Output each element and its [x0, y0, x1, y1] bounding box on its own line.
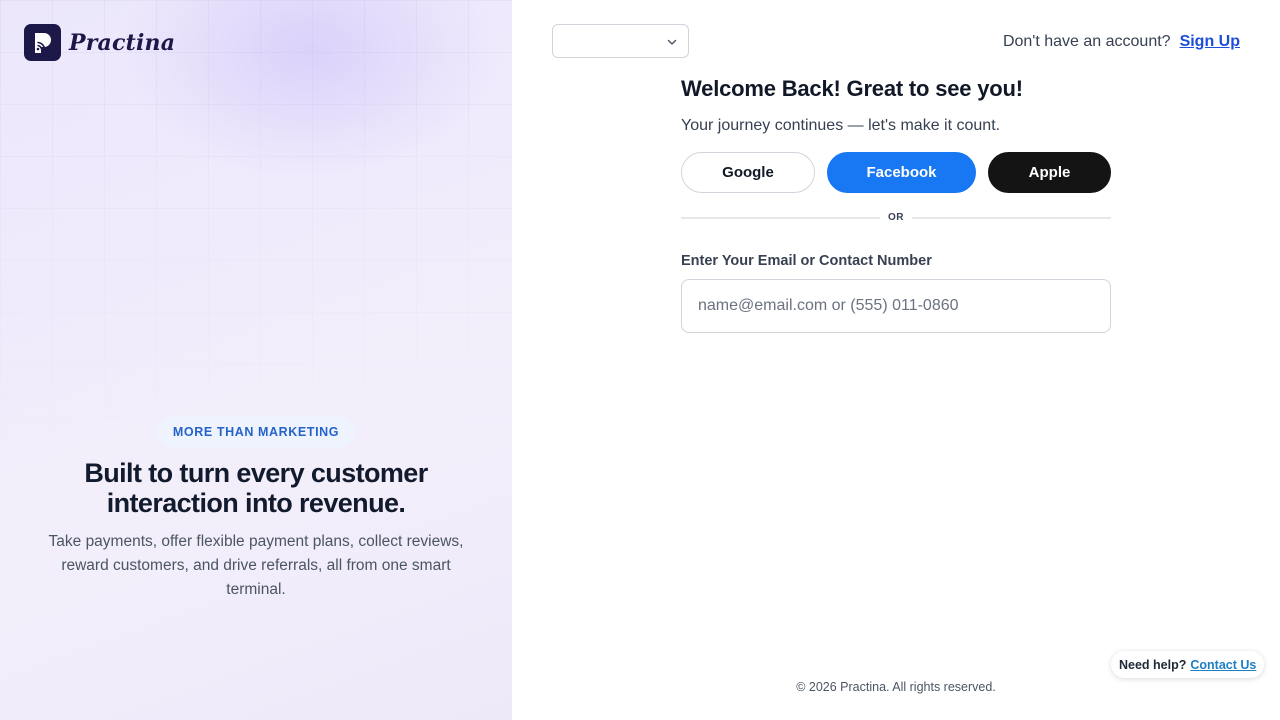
- practina-logo-icon: [24, 24, 61, 61]
- marketing-panel: Practina MORE THAN MARKETING Built to tu…: [0, 0, 512, 720]
- hero-title: Built to turn every customer interaction…: [84, 458, 428, 518]
- brand-name: Practina: [69, 29, 176, 56]
- hero-badge: MORE THAN MARKETING: [156, 416, 356, 448]
- language-select[interactable]: [552, 24, 689, 58]
- brand-logo[interactable]: Practina: [24, 24, 175, 61]
- chevron-down-icon: [666, 35, 678, 53]
- apple-login-button[interactable]: Apple: [988, 152, 1111, 193]
- help-prompt: Need help?: [1119, 657, 1187, 672]
- social-login-buttons: Google Facebook Apple: [681, 152, 1111, 193]
- divider-line-right: [912, 216, 1111, 219]
- login-form: Welcome Back! Great to see you! Your jou…: [681, 76, 1111, 333]
- login-title: Welcome Back! Great to see you!: [681, 76, 1023, 101]
- divider-line-left: [681, 216, 880, 219]
- identifier-label: Enter Your Email or Contact Number: [681, 253, 932, 269]
- facebook-login-button[interactable]: Facebook: [827, 152, 976, 193]
- hero-description: Take payments, offer flexible payment pl…: [48, 533, 464, 598]
- or-divider-label: OR: [888, 212, 904, 223]
- signup-link[interactable]: Sign Up: [1180, 33, 1240, 51]
- google-login-button[interactable]: Google: [681, 152, 815, 193]
- background-grid: [0, 0, 512, 460]
- hero-section: MORE THAN MARKETING Built to turn every …: [0, 416, 512, 602]
- footer-copyright: © 2026 Practina. All rights reserved.: [796, 680, 996, 694]
- signup-prompt-row: Don't have an account? Sign Up: [1003, 33, 1240, 51]
- identifier-input[interactable]: [681, 279, 1111, 333]
- or-divider: OR: [681, 212, 1111, 223]
- help-widget[interactable]: Need help? Contact Us: [1111, 651, 1265, 678]
- signup-prompt: Don't have an account?: [1002, 33, 1171, 50]
- contact-us-link[interactable]: Contact Us: [1190, 658, 1256, 672]
- login-subtitle: Your journey continues — let's make it c…: [681, 117, 1001, 134]
